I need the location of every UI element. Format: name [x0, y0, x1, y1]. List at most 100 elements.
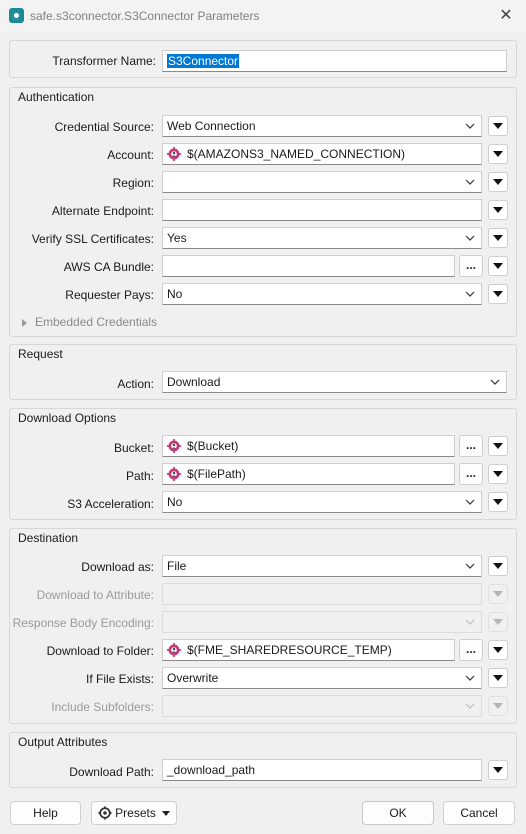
destination-group: Destination Download as: File Download t…	[9, 528, 517, 724]
presets-label: Presets	[115, 806, 156, 820]
window-title: safe.s3connector.S3Connector Parameters	[30, 9, 260, 23]
aws-ca-bundle-input[interactable]	[162, 255, 455, 277]
output-attributes-title: Output Attributes	[18, 735, 108, 749]
bucket-input[interactable]: $(Bucket)	[162, 435, 455, 457]
requester-pays-select[interactable]: No	[162, 283, 482, 305]
download-as-label: Download as:	[81, 560, 154, 574]
download-to-attribute-label: Download to Attribute:	[36, 588, 154, 602]
credential-source-select[interactable]: Web Connection	[162, 115, 482, 137]
verify-ssl-label: Verify SSL Certificates:	[31, 232, 154, 246]
include-subfolders-label: Include Subfolders:	[51, 700, 154, 714]
download-to-folder-value: $(FME_SHAREDRESOURCE_TEMP)	[187, 643, 392, 657]
chevron-down-icon	[463, 696, 477, 716]
presets-button[interactable]: Presets	[91, 801, 177, 825]
if-file-exists-select[interactable]: Overwrite	[162, 667, 482, 689]
close-icon[interactable]: ✕	[496, 6, 516, 26]
credential-source-label: Credential Source:	[54, 120, 154, 134]
requester-pays-menu-button[interactable]	[488, 284, 508, 304]
download-to-folder-menu-button[interactable]	[488, 640, 508, 660]
presets-gear-icon	[98, 806, 112, 820]
download-as-select[interactable]: File	[162, 555, 482, 577]
download-to-folder-label: Download to Folder:	[46, 644, 154, 658]
region-menu-button[interactable]	[488, 172, 508, 192]
output-attributes-group: Output Attributes Download Path: _downlo…	[9, 732, 517, 788]
include-subfolders-select[interactable]	[162, 695, 482, 717]
app-icon	[9, 8, 24, 23]
credential-source-menu-button[interactable]	[488, 116, 508, 136]
path-input[interactable]: $(FilePath)	[162, 463, 455, 485]
transformer-name-value: S3Connector	[167, 54, 240, 68]
s3-acceleration-value: No	[167, 495, 183, 509]
download-to-attribute-menu-button[interactable]	[488, 584, 508, 604]
alternate-endpoint-menu-button[interactable]	[488, 200, 508, 220]
chevron-down-icon	[463, 228, 477, 248]
action-select[interactable]: Download	[162, 371, 507, 393]
bucket-menu-button[interactable]	[488, 436, 508, 456]
request-group: Request Action: Download	[9, 344, 517, 400]
chevron-down-icon	[463, 172, 477, 192]
user-parameter-gear-icon	[167, 643, 181, 657]
account-menu-button[interactable]	[488, 144, 508, 164]
alternate-endpoint-input[interactable]	[162, 199, 482, 221]
download-options-group: Download Options Bucket: $(Bucket) ... P…	[9, 408, 517, 520]
aws-ca-bundle-menu-button[interactable]	[488, 256, 508, 276]
chevron-down-icon	[463, 116, 477, 136]
path-menu-button[interactable]	[488, 464, 508, 484]
help-button[interactable]: Help	[10, 801, 81, 825]
account-label: Account:	[107, 148, 154, 162]
s3-acceleration-menu-button[interactable]	[488, 492, 508, 512]
bucket-label: Bucket:	[113, 441, 154, 455]
transformer-name-group: Transformer Name: S3Connector	[9, 40, 517, 78]
download-to-folder-input[interactable]: $(FME_SHAREDRESOURCE_TEMP)	[162, 639, 455, 661]
request-title: Request	[18, 347, 63, 361]
path-browse-button[interactable]: ...	[459, 463, 483, 485]
response-body-encoding-select[interactable]	[162, 611, 482, 633]
download-to-folder-browse-button[interactable]: ...	[459, 639, 483, 661]
region-select[interactable]	[162, 171, 482, 193]
transformer-name-input[interactable]: S3Connector	[162, 50, 507, 72]
ok-button[interactable]: OK	[362, 801, 434, 825]
authentication-group: Authentication Credential Source: Web Co…	[9, 87, 517, 337]
alternate-endpoint-label: Alternate Endpoint:	[51, 204, 154, 218]
triangle-right-icon	[22, 318, 27, 327]
chevron-down-icon	[463, 612, 477, 632]
if-file-exists-label: If File Exists:	[85, 672, 154, 686]
if-file-exists-menu-button[interactable]	[488, 668, 508, 688]
download-to-attribute-input[interactable]	[162, 583, 482, 605]
response-body-encoding-menu-button[interactable]	[488, 612, 508, 632]
region-label: Region:	[112, 176, 154, 190]
download-path-input[interactable]: _download_path	[162, 759, 482, 781]
chevron-down-icon	[463, 556, 477, 576]
action-value: Download	[167, 375, 221, 389]
credential-source-value: Web Connection	[167, 119, 256, 133]
requester-pays-value: No	[167, 287, 183, 301]
chevron-down-icon	[488, 372, 502, 392]
cancel-button[interactable]: Cancel	[443, 801, 515, 825]
chevron-down-icon	[463, 284, 477, 304]
bucket-browse-button[interactable]: ...	[459, 435, 483, 457]
user-parameter-gear-icon	[167, 467, 181, 481]
user-parameter-gear-icon	[167, 147, 181, 161]
user-parameter-gear-icon	[167, 439, 181, 453]
download-options-title: Download Options	[18, 411, 117, 425]
path-label: Path:	[125, 469, 154, 483]
embedded-credentials-expander[interactable]: Embedded Credentials	[22, 315, 157, 329]
download-as-menu-button[interactable]	[488, 556, 508, 576]
download-path-menu-button[interactable]	[488, 760, 508, 780]
title-bar: safe.s3connector.S3Connector Parameters …	[0, 0, 526, 32]
aws-ca-bundle-label: AWS CA Bundle:	[63, 260, 154, 274]
verify-ssl-value: Yes	[167, 231, 187, 245]
download-path-label: Download Path:	[69, 765, 154, 779]
download-path-value: _download_path	[167, 763, 256, 777]
account-input[interactable]: $(AMAZONS3_NAMED_CONNECTION)	[162, 143, 482, 165]
requester-pays-label: Requester Pays:	[65, 288, 154, 302]
verify-ssl-select[interactable]: Yes	[162, 227, 482, 249]
s3-acceleration-label: S3 Acceleration:	[67, 497, 154, 511]
s3-acceleration-select[interactable]: No	[162, 491, 482, 513]
bucket-value: $(Bucket)	[187, 439, 239, 453]
include-subfolders-menu-button[interactable]	[488, 696, 508, 716]
caret-down-icon	[161, 811, 170, 817]
aws-ca-bundle-browse-button[interactable]: ...	[459, 255, 483, 277]
chevron-down-icon	[463, 668, 477, 688]
verify-ssl-menu-button[interactable]	[488, 228, 508, 248]
